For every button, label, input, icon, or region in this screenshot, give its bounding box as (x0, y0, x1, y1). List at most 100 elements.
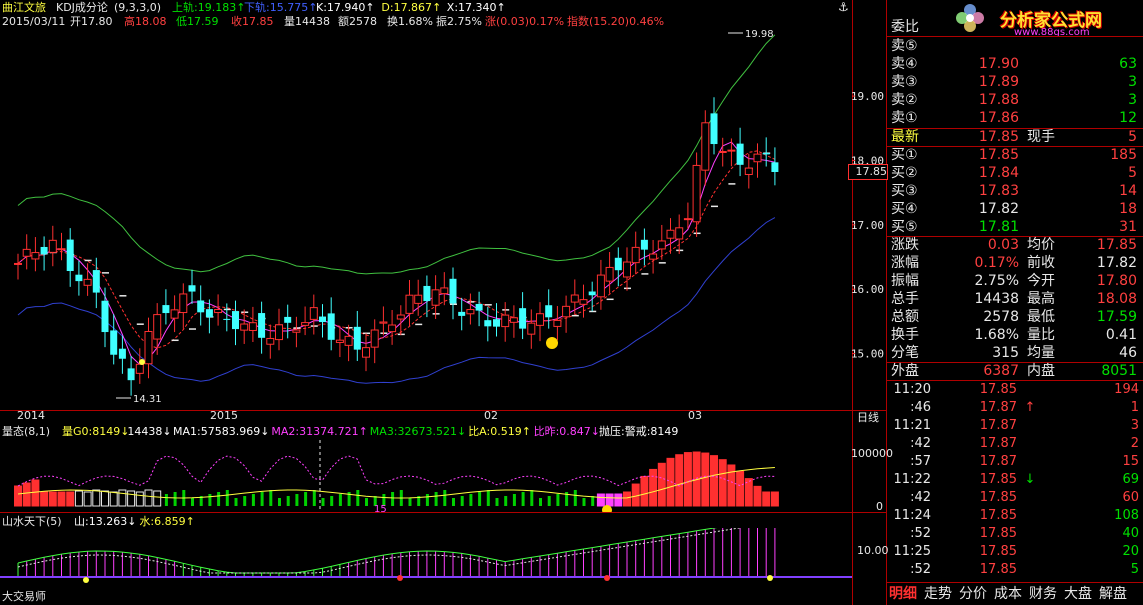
volume-bar (675, 454, 684, 507)
candle-body-up (623, 261, 631, 278)
volume-bar (127, 490, 136, 507)
tab-0[interactable]: 明细 (889, 585, 917, 603)
candle-body-up (692, 164, 701, 223)
quote-level-row[interactable]: 卖① 17.86 12 (887, 109, 1143, 127)
outer-inner-row: 外盘 6387 内盘 8051 (887, 362, 1143, 380)
candle-body-up (414, 294, 423, 304)
tick-arrow: ↓ (1024, 472, 1036, 487)
candle-body-up (344, 335, 353, 346)
tick-row[interactable]: 11:25 17.85 20 (887, 544, 1143, 560)
quote-level-row[interactable]: 卖③ 17.89 3 (887, 73, 1143, 91)
tick-vol: 2 (1130, 436, 1139, 451)
legend-item: MA3:32673.521↓ (370, 425, 466, 438)
tab-3[interactable]: 成本 (994, 585, 1022, 603)
tick-row[interactable]: 11:24 17.85 108 (887, 508, 1143, 524)
quote-price: 17.84 (978, 165, 1019, 181)
candle-body-up (527, 322, 536, 335)
tick-row[interactable]: 11:21 17.87 3 (887, 418, 1143, 434)
vol-panel-title[interactable]: 量态(8,1) (2, 425, 50, 438)
y-tick-label: 16.00 (852, 283, 884, 296)
quote-price: 17.88 (978, 92, 1019, 108)
stat-v: 1.68% (974, 327, 1019, 343)
volume-bar (666, 457, 675, 507)
last-price-row[interactable]: 最新 17.85 现手 5 (887, 128, 1143, 146)
tick-row[interactable]: :46 17.87 ↑ 1 (887, 400, 1143, 416)
tick-row[interactable]: :57 17.87 15 (887, 454, 1143, 470)
candle-body-up (22, 248, 31, 257)
tick-time: :52 (910, 562, 931, 577)
current-price-tag: 17.85 (848, 164, 888, 180)
quote-level-row[interactable]: 卖④ 17.90 63 (887, 55, 1143, 73)
y-tick-label: 17.00 (852, 219, 884, 232)
tick-price: 17.85 (979, 562, 1017, 577)
quote-level-row[interactable]: 买③ 17.83 14 (887, 182, 1143, 200)
volume-bar (109, 491, 118, 507)
x-label-2014: 2014 (17, 409, 45, 422)
volume-bar (573, 490, 577, 506)
tab-1[interactable]: 走势 (924, 585, 952, 603)
bid-levels: 买① 17.85 185 买② 17.84 5 买③ 17.83 14 买④ 17.82 18 买⑤ 17… (887, 146, 1143, 236)
tab-2[interactable]: 分价 (959, 585, 987, 603)
volume-bar (40, 491, 49, 507)
price-chart[interactable]: 19.98 14.31 (0, 0, 852, 410)
tick-row[interactable]: 11:20 17.85 194 (887, 382, 1143, 398)
volume-chart[interactable]: 15 (0, 440, 852, 512)
volume-bar (57, 491, 66, 507)
osc-panel-title[interactable]: 山水天下(5) (2, 515, 62, 528)
quote-level-row[interactable]: 买① 17.85 185 (887, 146, 1143, 164)
legend-arrow: ↓ (127, 515, 137, 528)
candle-body-down (118, 348, 126, 359)
tab-4[interactable]: 财务 (1029, 585, 1057, 603)
quote-label: 卖④ (891, 56, 918, 72)
candle-body-up (335, 339, 344, 343)
stat-v2: 17.59 (1096, 309, 1137, 325)
tick-row[interactable]: 11:22 17.85 ↓ 69 (887, 472, 1143, 488)
candle-body-down (475, 303, 483, 311)
quote-level-row[interactable]: 卖⑤ (887, 37, 1143, 55)
x-label-03: 03 (688, 409, 702, 422)
volume-bar (591, 496, 595, 506)
stat-v: 14438 (974, 291, 1019, 307)
quote-level-row[interactable]: 买② 17.84 5 (887, 164, 1143, 182)
tick-list[interactable]: 11:20 17.85 194 :46 17.87 ↑ 1 11:21 17.87 3 :42 17.… (887, 382, 1143, 582)
candle-body-down (484, 320, 492, 327)
legend-item: MA1:57583.969↓ (173, 425, 269, 438)
volume-bar (312, 490, 316, 506)
tick-row[interactable]: :42 17.87 2 (887, 436, 1143, 452)
tick-row[interactable]: :52 17.85 40 (887, 526, 1143, 542)
y-tick-label: 19.00 (852, 90, 884, 103)
stat-v: 0.03 (987, 237, 1019, 253)
tick-row[interactable]: :42 17.85 60 (887, 490, 1143, 506)
volume-bar (92, 489, 101, 507)
period-label[interactable]: 日线 (857, 411, 879, 424)
candle-body-up (466, 309, 475, 315)
candle-body-down (449, 278, 457, 304)
volume-bar (234, 498, 238, 506)
candle-body-up (388, 324, 397, 333)
quote-level-row[interactable]: 买⑤ 17.81 31 (887, 218, 1143, 236)
volume-bar (356, 490, 360, 506)
candle-body-up (370, 329, 379, 348)
candle-body-up (266, 337, 275, 345)
stat-v: 2578 (983, 309, 1019, 325)
quote-price: 17.85 (978, 147, 1019, 163)
oscillator-chart[interactable] (0, 528, 852, 588)
legend-item: MA2:31374.721↑ (271, 425, 367, 438)
x-label-2015: 2015 (210, 409, 238, 422)
stat-l2: 均量 (1027, 345, 1055, 361)
tick-time: :57 (910, 454, 931, 469)
candle-body-up (362, 347, 370, 358)
bottom-tabs: 明细 走势 分价 成本 财务 大盘 解盘 (887, 585, 1143, 605)
legend-arrow: ↑ (185, 515, 195, 528)
legend-label: 抛压:警戒:8149 (599, 425, 679, 438)
tab-5[interactable]: 大盘 (1064, 585, 1092, 603)
tab-6[interactable]: 解盘 (1099, 585, 1127, 603)
volume-bar (657, 462, 666, 507)
volume-bar (365, 498, 368, 506)
quote-level-row[interactable]: 买④ 17.82 18 (887, 200, 1143, 218)
legend-arrow: ↑ (521, 425, 531, 438)
candle-body-down (197, 300, 205, 313)
quote-level-row[interactable]: 卖② 17.88 3 (887, 91, 1143, 109)
tick-row[interactable]: :52 17.85 5 (887, 562, 1143, 578)
volume-bar (649, 468, 658, 507)
